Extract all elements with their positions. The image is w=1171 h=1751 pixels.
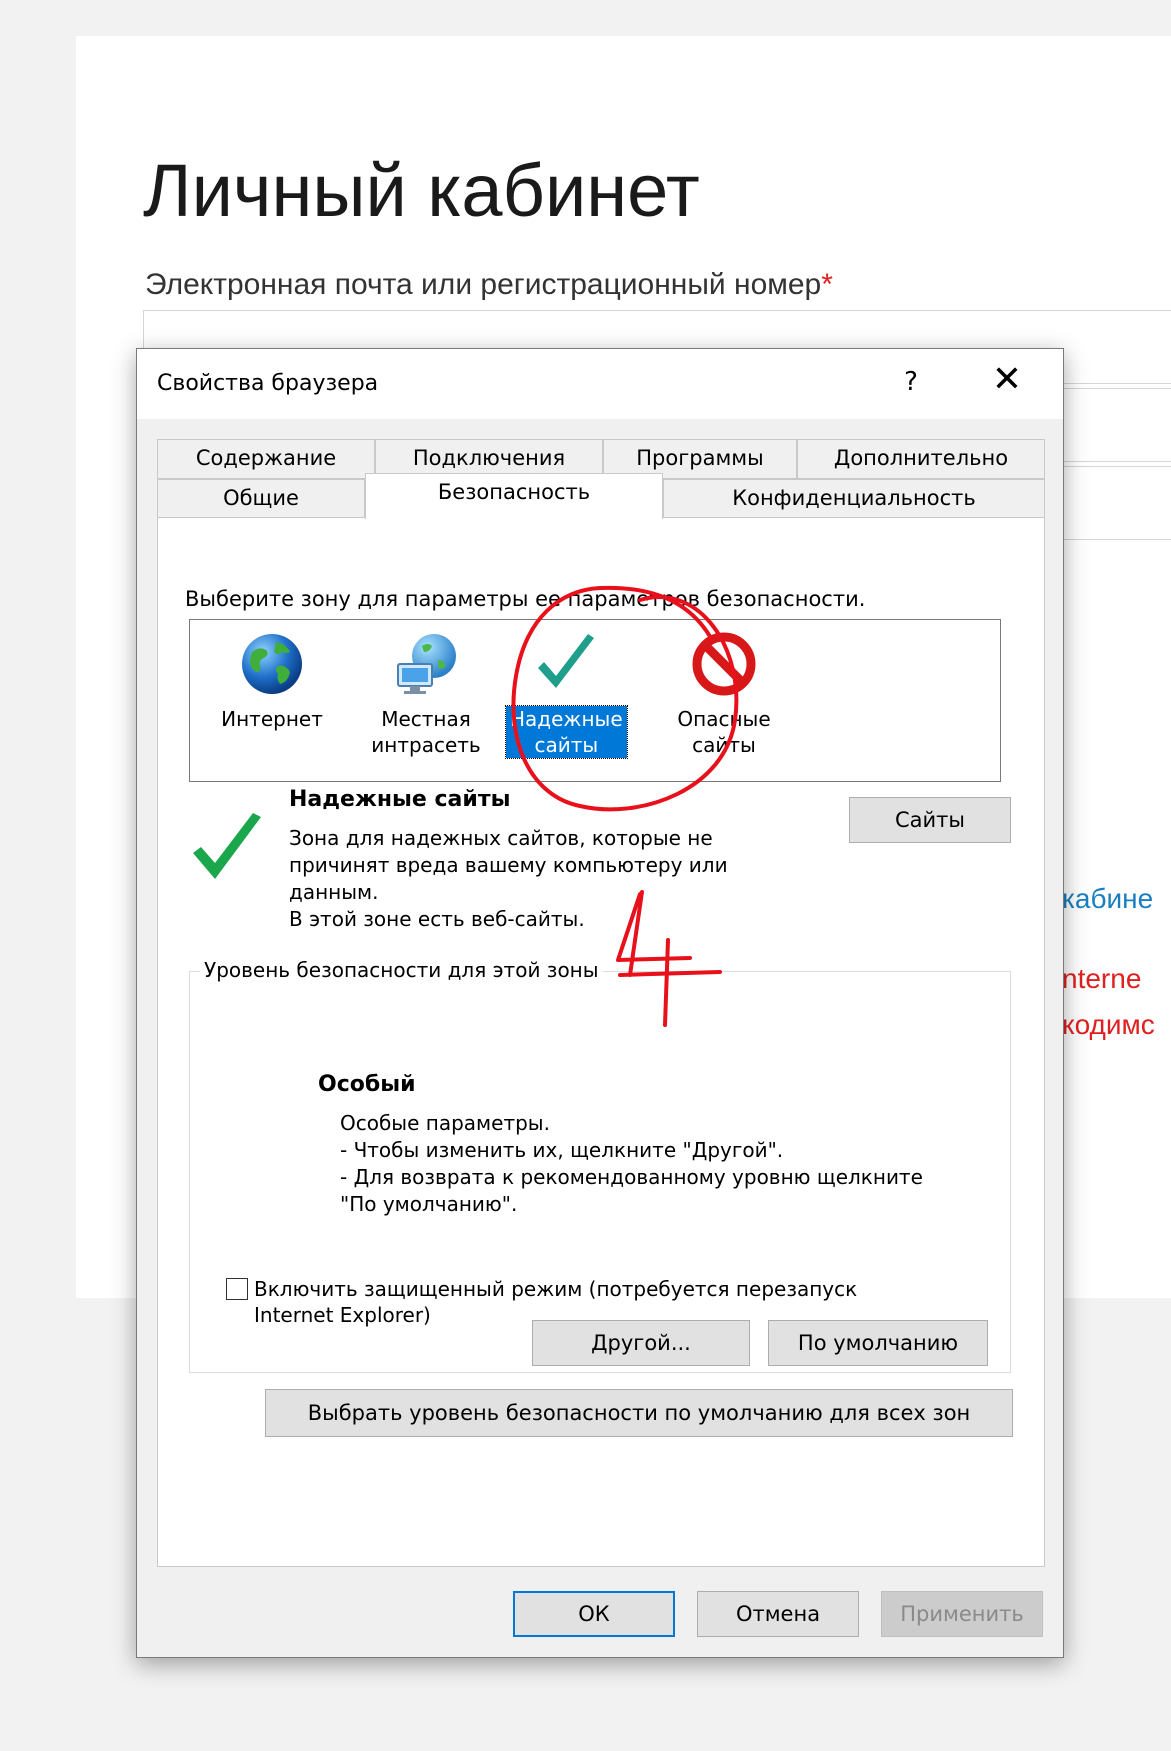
security-level-description: Особые параметры. - Чтобы изменить их, щ… xyxy=(340,1110,980,1218)
internet-options-dialog: Свойства браузера ? ✕ Содержание Подключ… xyxy=(136,348,1064,1658)
level-description-line: - Чтобы изменить их, щелкните "Другой". xyxy=(340,1138,784,1162)
protected-mode-label-line1: Включить защищенный режим (потребуется п… xyxy=(254,1277,858,1301)
zone-description-title: Надежные сайты xyxy=(289,787,511,812)
sites-button[interactable]: Сайты xyxy=(849,797,1011,843)
zone-list: Интернет Местная интрасеть Надежные сайты xyxy=(189,619,1001,782)
level-description-line: Особые параметры. xyxy=(340,1111,550,1135)
trusted-zone-check-icon xyxy=(193,813,261,879)
email-field-label-text: Электронная почта или регистрационный но… xyxy=(145,268,822,301)
zone-internet[interactable]: Интернет xyxy=(212,630,332,732)
zone-description-line: данным. xyxy=(289,880,379,904)
level-description-line: - Для возврата к рекомендованному уровню… xyxy=(340,1165,923,1189)
zone-restricted-sites[interactable]: Опасные сайты xyxy=(664,630,784,758)
zone-local-intranet[interactable]: Местная интрасеть xyxy=(366,630,486,758)
zone-trusted-label: Надежные сайты xyxy=(505,705,628,759)
ok-button[interactable]: ОК xyxy=(513,1591,675,1637)
zone-intranet-line2: интрасеть xyxy=(371,733,481,757)
tab-advanced[interactable]: Дополнительно xyxy=(797,439,1045,479)
intranet-icon xyxy=(397,634,456,694)
default-level-button[interactable]: По умолчанию xyxy=(768,1320,988,1366)
zone-trusted-line1: Надежные xyxy=(510,707,623,731)
custom-level-button[interactable]: Другой... xyxy=(532,1320,750,1366)
help-icon[interactable]: ? xyxy=(891,367,931,397)
protected-mode-label-line2: Internet Explorer) xyxy=(254,1303,431,1327)
zone-description-line: Зона для надежных сайтов, которые не xyxy=(289,826,713,850)
security-level-title: Особый xyxy=(318,1072,416,1097)
tab-privacy[interactable]: Конфиденциальность xyxy=(663,479,1045,519)
zone-trusted-sites[interactable]: Надежные сайты xyxy=(505,630,628,759)
level-description-line: "По умолчанию". xyxy=(340,1192,518,1216)
zone-description-line: причинят вреда вашему компьютеру или xyxy=(289,853,728,877)
dialog-title: Свойства браузера xyxy=(157,371,379,396)
checkmark-icon xyxy=(538,634,594,688)
reset-all-zones-button[interactable]: Выбрать уровень безопасности по умолчани… xyxy=(265,1389,1013,1437)
browser-warning-line-2: кодимс xyxy=(1062,1009,1155,1040)
zone-intranet-line1: Местная xyxy=(381,707,471,731)
zone-internet-label: Интернет xyxy=(217,706,327,732)
globe-icon xyxy=(242,634,302,694)
apply-button[interactable]: Применить xyxy=(881,1591,1043,1637)
tab-security[interactable]: Безопасность xyxy=(365,473,663,519)
zone-restricted-label: Опасные сайты xyxy=(673,706,774,758)
security-level-group: Уровень безопасности для этой зоны Особы… xyxy=(189,958,1011,1373)
email-field-label: Электронная почта или регистрационный но… xyxy=(145,268,833,302)
required-mark: * xyxy=(821,268,833,301)
zone-trusted-line2: сайты xyxy=(534,733,599,757)
tab-general[interactable]: Общие xyxy=(157,479,365,519)
zone-description-line: В этой зоне есть веб-сайты. xyxy=(289,907,585,931)
close-icon[interactable]: ✕ xyxy=(982,359,1032,400)
zone-restricted-line1: Опасные xyxy=(677,707,771,731)
browser-warning-line-1: nterne xyxy=(1062,963,1142,994)
security-level-legend: Уровень безопасности для этой зоны xyxy=(200,958,603,982)
zone-internet-line1: Интернет xyxy=(221,707,323,731)
forbidden-icon xyxy=(692,632,756,696)
cancel-button[interactable]: Отмена xyxy=(697,1591,859,1637)
protected-mode-checkbox[interactable] xyxy=(226,1278,248,1300)
zone-description: Зона для надежных сайтов, которые не при… xyxy=(289,825,809,933)
page-title: Личный кабинет xyxy=(143,149,700,232)
zone-intranet-label: Местная интрасеть xyxy=(367,706,484,758)
zone-prompt: Выберите зону для параметры ее параметро… xyxy=(185,587,866,611)
tab-content[interactable]: Содержание xyxy=(157,439,375,479)
zone-restricted-line2: сайты xyxy=(692,733,756,757)
dialog-titlebar[interactable]: Свойства браузера ? ✕ xyxy=(137,349,1063,419)
cabinet-link[interactable]: кабине xyxy=(1062,883,1153,915)
